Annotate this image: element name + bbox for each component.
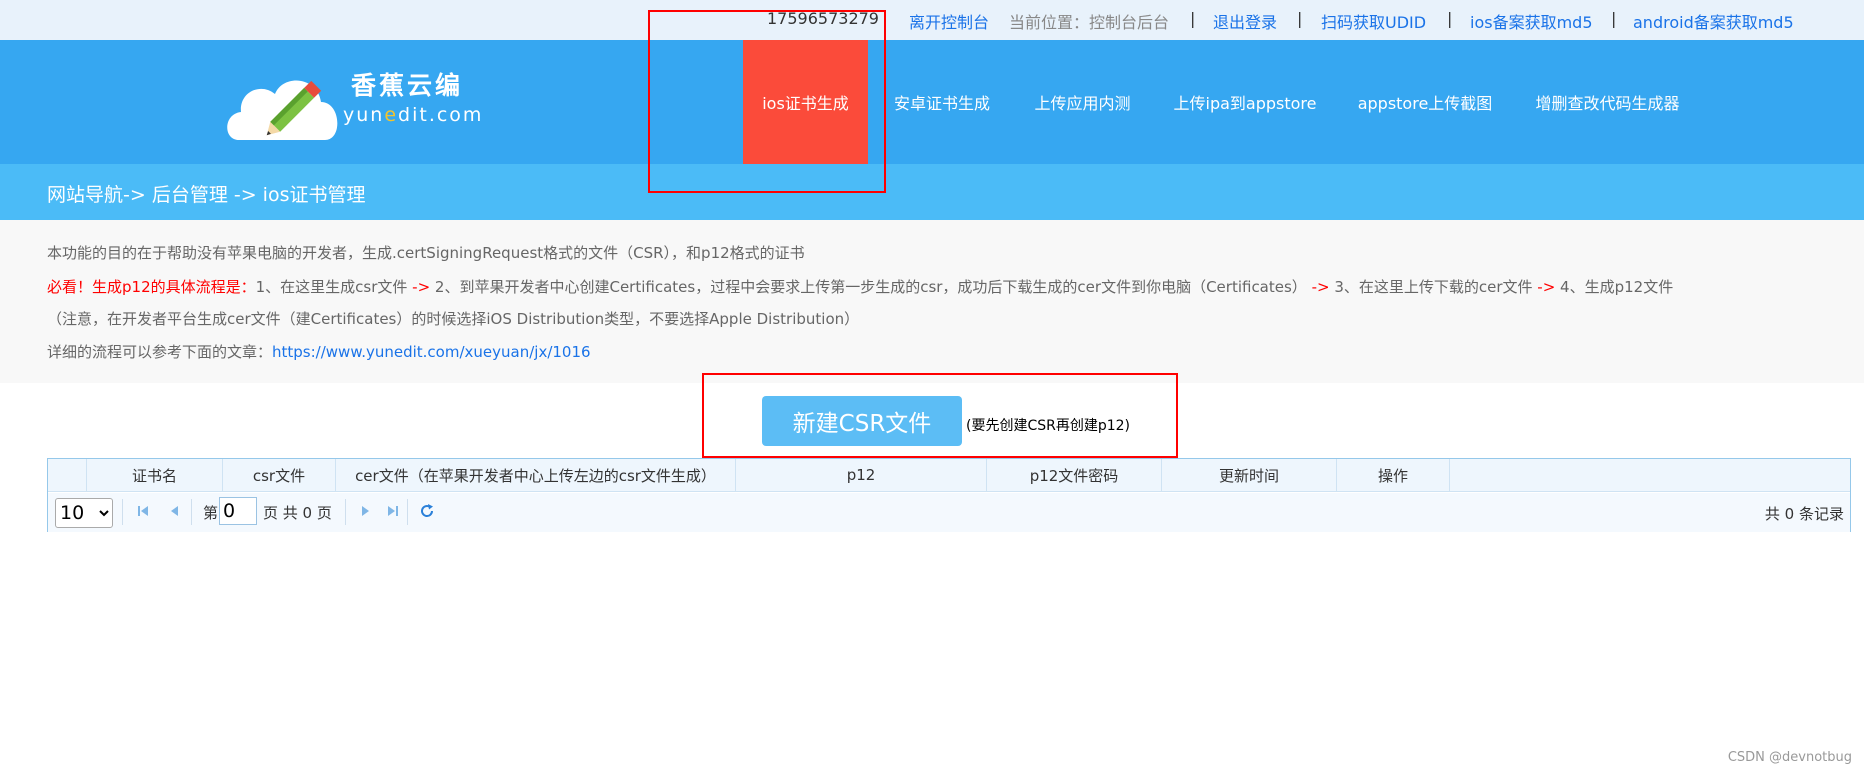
reference-label: 详细的流程可以参考下面的文章： [47,343,273,361]
page-number-input[interactable] [219,497,257,525]
column-update-time[interactable]: 更新时间 [1162,459,1337,491]
csdn-watermark: CSDN @devnotbug [1727,750,1852,765]
logo-domain-text: yunedit.com [343,104,483,126]
step-text: 3、在这里上传下载的cer文件 [1329,278,1538,296]
info-steps: 必看！生成p12的具体流程是：1、在这里生成csr文件 -> 2、到苹果开发者中… [47,276,1673,297]
arrow: -> [1537,278,1556,296]
arrow: -> [1311,278,1330,296]
pagination-bar: 10 第 页 共 0 页 共 0 条记录 [48,493,1850,532]
account-phone: 17596573279 [767,9,879,28]
nav-android-cert[interactable]: 安卓证书生成 [880,40,1004,164]
info-note: （注意，在开发者平台生成cer文件（建Certificates）的时候选择iOS… [47,310,860,328]
first-page-icon[interactable] [134,502,152,520]
next-page-icon[interactable] [356,502,374,520]
separator: | [1447,9,1453,28]
nav-crud-generator[interactable]: 增删查改代码生成器 [1530,40,1685,164]
step-text: 1、在这里生成csr文件 [255,278,413,296]
column-cer-file[interactable]: cer文件（在苹果开发者中心上传左边的csr文件生成） [336,459,736,491]
page-label-pre: 第 [203,503,219,522]
table-header: 证书名 csr文件 cer文件（在苹果开发者中心上传左边的csr文件生成） p1… [48,459,1850,492]
breadcrumb-text: 网站导航-> 后台管理 -> ios证书管理 [47,184,366,206]
separator: | [1190,9,1196,28]
pager-divider [122,499,123,525]
ios-md5-link[interactable]: ios备案获取md5 [1470,9,1593,33]
column-p12[interactable]: p12 [736,459,987,491]
nav-ios-cert[interactable]: ios证书生成 [743,40,868,164]
leave-console-link[interactable]: 离开控制台 [909,9,989,33]
logo-domain-accent: e [384,104,399,126]
logo-domain-part: dit.com [398,104,484,126]
android-md5-link[interactable]: android备案获取md5 [1633,9,1794,33]
scan-udid-link[interactable]: 扫码获取UDID [1321,9,1426,33]
pager-divider [345,499,346,525]
csr-note: (要先创建CSR再创建p12) [966,418,1131,434]
instructions-panel: 本功能的目的在于帮助没有苹果电脑的开发者，生成.certSigningReque… [0,220,1864,383]
separator: | [1297,9,1303,28]
column-csr-file[interactable]: csr文件 [223,459,336,491]
table-header-rownum [48,459,87,491]
column-cert-name[interactable]: 证书名 [87,459,223,491]
step-text: 4、生成p12文件 [1555,278,1674,296]
cert-table: 证书名 csr文件 cer文件（在苹果开发者中心上传左边的csr文件生成） p1… [47,458,1851,532]
cloud-pencil-icon [227,80,338,140]
logo-chinese-text: 香蕉云编 [351,71,464,100]
logo-domain-part: yun [343,104,385,126]
new-csr-button[interactable]: 新建CSR文件 [762,396,962,446]
separator: | [1611,9,1617,28]
arrow: -> [412,278,431,296]
column-actions[interactable]: 操作 [1337,459,1450,491]
pager-divider [191,499,192,525]
prev-page-icon[interactable] [166,502,184,520]
top-utility-bar: 17596573279 离开控制台 当前位置：控制台后台 | 退出登录 | 扫码… [0,0,1864,40]
refresh-icon[interactable] [418,502,436,520]
step-text: 2、到苹果开发者中心创建Certificates，过程中会要求上传第一步生成的c… [430,278,1312,296]
page-size-select[interactable]: 10 [55,498,113,528]
last-page-icon[interactable] [384,502,402,520]
reference-link[interactable]: https://www.yunedit.com/xueyuan/jx/1016 [272,343,591,361]
page-label-post: 页 共 0 页 [263,503,332,522]
column-p12-password[interactable]: p12文件密码 [987,459,1162,491]
nav-upload-beta[interactable]: 上传应用内测 [1025,40,1140,164]
info-reference: 详细的流程可以参考下面的文章：https://www.yunedit.com/x… [47,341,591,362]
total-records: 共 0 条记录 [1764,505,1844,523]
must-see-label: 必看！生成p12的具体流程是： [47,278,256,296]
logout-link[interactable]: 退出登录 [1213,9,1277,33]
info-intro: 本功能的目的在于帮助没有苹果电脑的开发者，生成.certSigningReque… [47,244,805,262]
pager-divider [407,499,408,525]
breadcrumb: 网站导航-> 后台管理 -> ios证书管理 [0,164,1864,220]
nav-appstore-screenshots[interactable]: appstore上传截图 [1350,40,1500,164]
main-header: 香蕉云编 yunedit.com ios证书生成 安卓证书生成 上传应用内测 上… [0,40,1864,164]
current-position: 当前位置：控制台后台 [1009,13,1170,32]
nav-upload-ipa[interactable]: 上传ipa到appstore [1170,40,1320,164]
site-logo[interactable]: 香蕉云编 yunedit.com [225,52,495,152]
